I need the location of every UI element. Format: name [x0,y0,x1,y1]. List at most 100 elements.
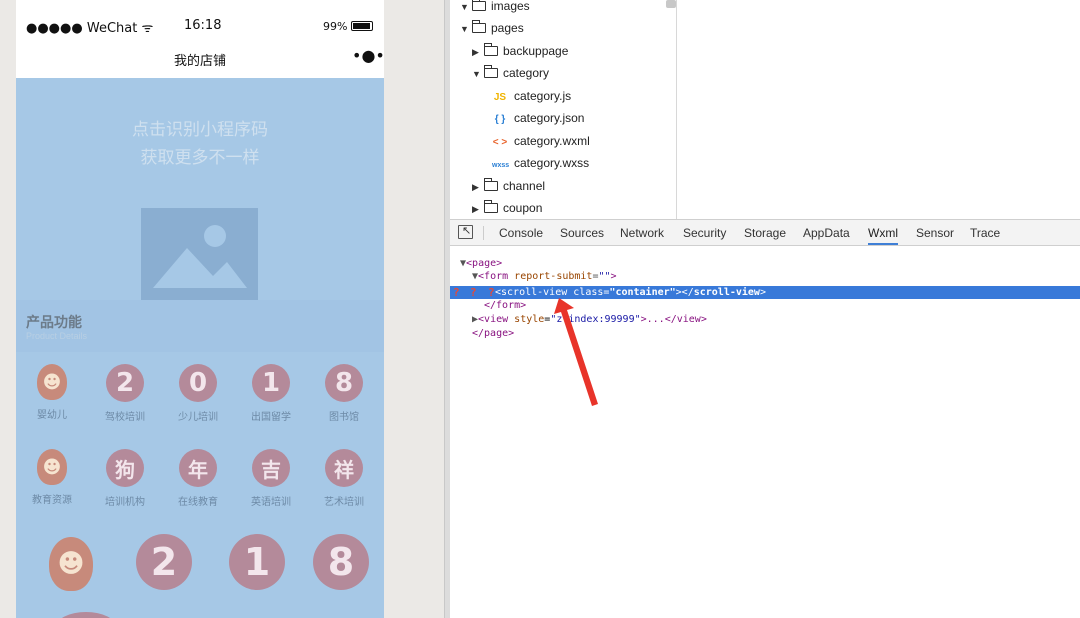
category-item[interactable]: 1 出国留学 [235,364,307,423]
category-item[interactable]: 祥 艺术培训 [308,449,380,508]
tree-file-wxss[interactable]: wxss category.wxss [492,152,589,174]
tree-label: category.wxml [514,134,590,148]
tab-sensor[interactable]: Sensor [916,226,954,240]
tree-scrollbar[interactable] [666,0,676,8]
folder-icon [484,178,498,191]
wxml-file-icon: < > [492,137,508,148]
tree-file-js[interactable]: JS category.js [492,85,571,107]
section-subtitle: Product Details [26,331,88,341]
section-title: 产品功能 [26,315,82,331]
category-item[interactable]: 1 [212,534,302,590]
category-item[interactable]: 2 [119,534,209,590]
mascot-icon: ☻ [49,537,93,591]
tree-folder-category[interactable]: ▼ category [472,62,549,84]
tree-folder-images[interactable]: ▼ images [460,0,530,17]
tab-network[interactable]: Network [620,226,664,240]
category-label: 婴幼儿 [37,410,67,421]
category-item[interactable]: ☻ [26,537,116,591]
file-tree: ▼ images ▼ pages ▶ backuppage ▼ category JS c… [450,0,676,219]
category-label: 培训机构 [105,497,145,508]
category-label: 在线教育 [178,497,218,508]
category-item[interactable]: ☻ 教育资源 [16,449,88,506]
number-1-icon: 1 [229,534,285,590]
status-bar: ●●●●● WeChat ᯤ 16:18 99% [16,0,384,40]
category-item[interactable]: ☻ 婴幼儿 [16,364,88,421]
number-2-icon: 2 [136,534,192,590]
tree-folder-pages[interactable]: ▼ pages [460,17,524,39]
category-label: 艺术培训 [324,497,364,508]
category-label: 少儿培训 [178,412,218,423]
category-item[interactable]: 吉 英语培训 [235,449,307,508]
folder-open-icon [484,65,498,78]
annotation-arrow-icon [554,298,598,406]
phone-screen: ●●●●● WeChat ᯤ 16:18 99% 我的店铺 •●• 点击识别小程… [16,0,384,618]
number-0-icon: 0 [179,364,217,402]
wxml-panel: ▼<page> ▼<form report-submit=""> ? ? ? <… [450,246,1080,618]
nav-bar: 我的店铺 •●• [16,40,384,78]
tree-label: category.js [514,89,572,103]
category-label: 驾校培训 [105,412,145,423]
battery-icon [351,21,374,31]
mountain-image-icon [153,225,247,288]
category-label: 出国留学 [251,412,291,423]
js-file-icon: JS [493,92,507,103]
tab-wxml[interactable]: Wxml [868,226,898,245]
tree-label: category.json [514,111,585,125]
folder-icon [484,200,498,213]
tree-label: pages [491,21,524,35]
battery-status: 99% [323,20,374,33]
promo-line-1: 点击识别小程序码 [132,120,268,140]
tab-storage[interactable]: Storage [744,226,786,240]
tab-console[interactable]: Console [499,226,543,240]
category-item[interactable]: 2 驾校培训 [89,364,161,423]
promo-line-2: 获取更多不一样 [140,148,260,168]
wxss-file-icon: wxss [492,162,510,169]
tab-security[interactable]: Security [683,226,726,240]
tree-folder-channel[interactable]: ▶ channel [472,175,545,197]
more-menu-icon[interactable]: •●• [352,46,384,65]
tree-file-wxml[interactable]: < > category.wxml [492,130,590,152]
number-2-icon: 2 [106,364,144,402]
editor-area[interactable] [677,0,1080,219]
category-item[interactable]: 8 图书馆 [308,364,380,423]
clock-text: 16:18 [184,18,222,33]
inspect-element-icon[interactable] [458,224,473,239]
tree-label: category [503,66,550,80]
dog-char-icon: 狗 [106,449,144,487]
toolbar-divider [483,226,484,240]
partial-icon [56,612,116,618]
collapsed-arrow-icon: ▶ [472,204,479,214]
number-8-icon: 8 [313,534,369,590]
image-placeholder-icon[interactable] [141,208,258,300]
tab-sources[interactable]: Sources [560,226,604,240]
category-item[interactable]: 年 在线教育 [162,449,234,508]
devtools-tabbar: Console Sources Network Security Storage… [450,219,1080,246]
tree-folder-coupon[interactable]: ▶ coupon [472,197,542,219]
tab-appdata[interactable]: AppData [803,226,850,240]
simulator-panel: ●●●●● WeChat ᯤ 16:18 99% 我的店铺 •●• 点击识别小程… [0,0,450,618]
category-item[interactable]: 8 [296,534,384,590]
collapsed-arrow-icon: ▶ [472,182,479,192]
tree-folder-backuppage[interactable]: ▶ backuppage [472,40,568,62]
category-label: 英语培训 [251,497,291,508]
mascot-icon: ☻ [37,449,67,485]
tree-label: coupon [503,201,543,215]
collapsed-arrow-icon: ▶ [472,47,479,57]
tab-trace[interactable]: Trace [970,226,1000,240]
category-label: 教育资源 [32,495,72,506]
folder-open-icon [472,20,486,33]
product-section-header: 产品功能 Product Details [16,300,384,352]
expanded-arrow-icon: ▼ [460,24,469,34]
mascot-icon: ☻ [37,364,67,400]
tree-file-json[interactable]: { } category.json [492,107,585,129]
number-1-icon: 1 [252,364,290,402]
tree-label: channel [503,179,546,193]
category-item[interactable]: 狗 培训机构 [89,449,161,508]
folder-icon [484,43,498,56]
battery-percent: 99% [323,20,348,33]
category-item[interactable]: 0 少儿培训 [162,364,234,423]
year-char-icon: 年 [179,449,217,487]
auspicious-char-icon: 吉 [252,449,290,487]
carrier-text: ●●●●● WeChat ᯤ [26,21,154,36]
tree-label: images [491,0,530,13]
